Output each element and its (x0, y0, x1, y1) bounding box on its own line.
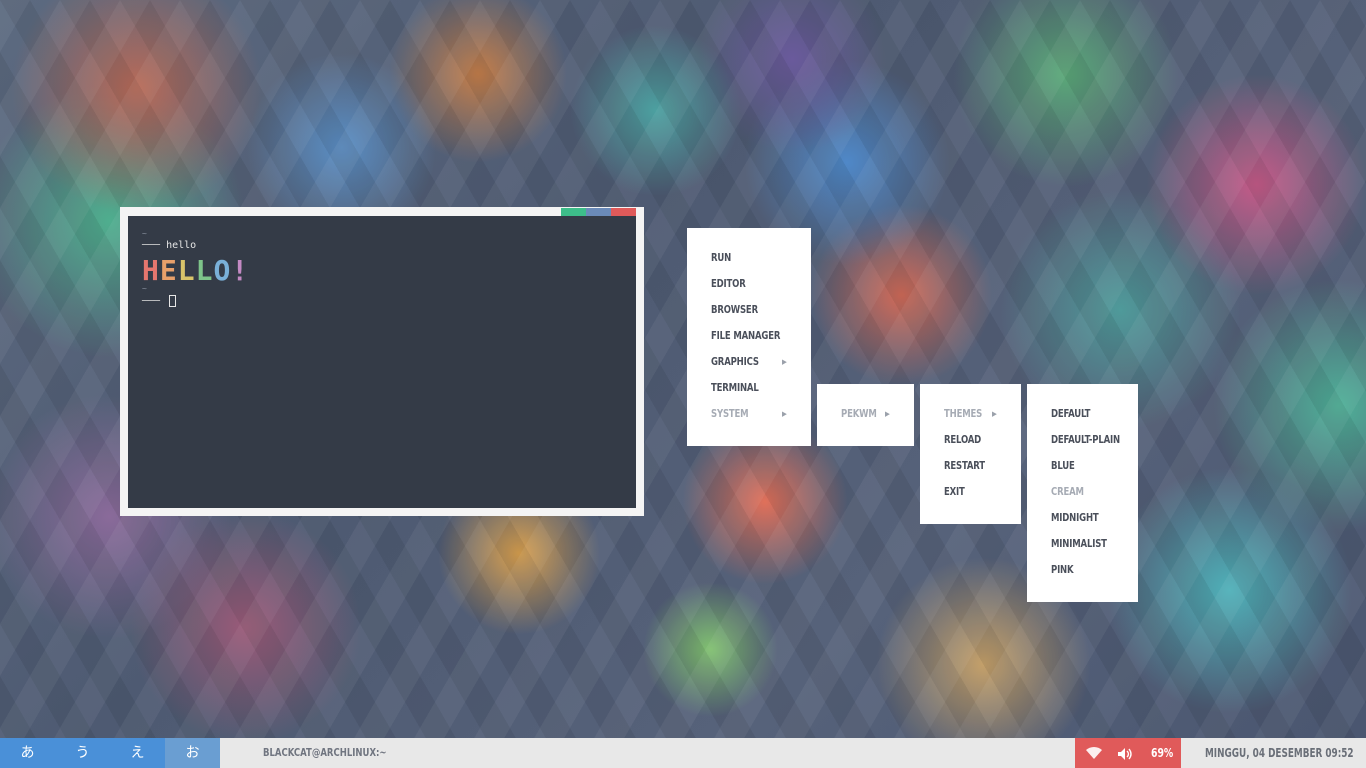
menu-item-exit[interactable]: EXIT (944, 485, 965, 498)
system-submenu: PEKWM ▶ (817, 384, 914, 446)
menu-item-reload[interactable]: RELOAD (944, 433, 981, 446)
hello-letter: L (177, 254, 196, 287)
terminal-cursor (169, 295, 177, 307)
prompt-dash-1: ─── (142, 240, 167, 251)
menu-item-restart[interactable]: RESTART (944, 459, 985, 472)
prompt-dash-2: ─── (142, 296, 167, 307)
hello-letter: E (159, 254, 178, 287)
terminal-body[interactable]: ~ ─── hello HELLO! ~ ─── (128, 216, 636, 508)
hello-letter: ! (231, 254, 250, 287)
menu-item-editor[interactable]: EDITOR (711, 277, 746, 290)
menu-item-midnight[interactable]: MIDNIGHT (1051, 511, 1099, 524)
volume-icon[interactable] (1117, 746, 1133, 765)
hello-letter: L (195, 254, 214, 287)
window-accent-red (611, 208, 636, 216)
menu-item-file-manager[interactable]: FILE MANAGER (711, 329, 780, 342)
root-menu: RUN EDITOR BROWSER FILE MANAGER GRAPHICS ▶ TER… (687, 228, 811, 446)
menu-item-browser[interactable]: BROWSER (711, 303, 758, 316)
terminal-window[interactable]: ~ ─── hello HELLO! ~ ─── (120, 207, 644, 516)
workspace-button-3[interactable]: え (110, 738, 165, 768)
taskbar: あ う え お BLACKCAT@ARCHLINUX:~ 69% MINGGU,… (0, 738, 1366, 768)
menu-item-system[interactable]: SYSTEM (711, 407, 749, 420)
menu-item-themes[interactable]: THEMES (944, 407, 982, 420)
wifi-icon[interactable] (1085, 745, 1103, 764)
menu-item-terminal[interactable]: TERMINAL (711, 381, 759, 394)
menu-item-graphics[interactable]: GRAPHICS (711, 355, 759, 368)
window-accent-green (561, 208, 586, 216)
battery-percentage: 69% (1151, 746, 1174, 760)
menu-item-default[interactable]: DEFAULT (1051, 407, 1090, 420)
prompt-tilde-1: ~ (142, 229, 147, 238)
submenu-arrow-icon: ▶ (992, 410, 997, 418)
pekwm-submenu: THEMES ▶ RELOAD RESTART EXIT (920, 384, 1021, 524)
menu-item-blue[interactable]: BLUE (1051, 459, 1075, 472)
submenu-arrow-icon: ▶ (782, 358, 787, 366)
workspace-button-1[interactable]: あ (0, 738, 55, 768)
system-tray: 69% (1075, 738, 1181, 768)
menu-item-default-plain[interactable]: DEFAULT-PLAIN (1051, 433, 1120, 446)
hello-letter: O (213, 254, 232, 287)
prompt-line-2: ─── (142, 295, 177, 307)
menu-item-minimalist[interactable]: MINIMALIST (1051, 537, 1107, 550)
prompt-tilde-2: ~ (142, 284, 147, 293)
terminal-output-hello: HELLO! (142, 254, 249, 287)
hello-letter: H (142, 254, 160, 287)
menu-item-run[interactable]: RUN (711, 251, 731, 264)
active-window-title[interactable]: BLACKCAT@ARCHLINUX:~ (263, 738, 387, 768)
workspace-button-4[interactable]: お (165, 738, 220, 768)
terminal-command: hello (166, 240, 197, 251)
clock: MINGGU, 04 DESEMBER 09:52 (1205, 746, 1354, 760)
prompt-line-1: ─── hello (142, 240, 196, 251)
themes-submenu: DEFAULT DEFAULT-PLAIN BLUE CREAM MIDNIGHT MIN… (1027, 384, 1138, 602)
menu-item-pink[interactable]: PINK (1051, 563, 1074, 576)
submenu-arrow-icon: ▶ (885, 410, 890, 418)
menu-item-pekwm[interactable]: PEKWM (841, 407, 877, 420)
workspace-button-2[interactable]: う (55, 738, 110, 768)
submenu-arrow-icon: ▶ (782, 410, 787, 418)
window-accent-blue (586, 208, 611, 216)
menu-item-cream[interactable]: CREAM (1051, 485, 1084, 498)
